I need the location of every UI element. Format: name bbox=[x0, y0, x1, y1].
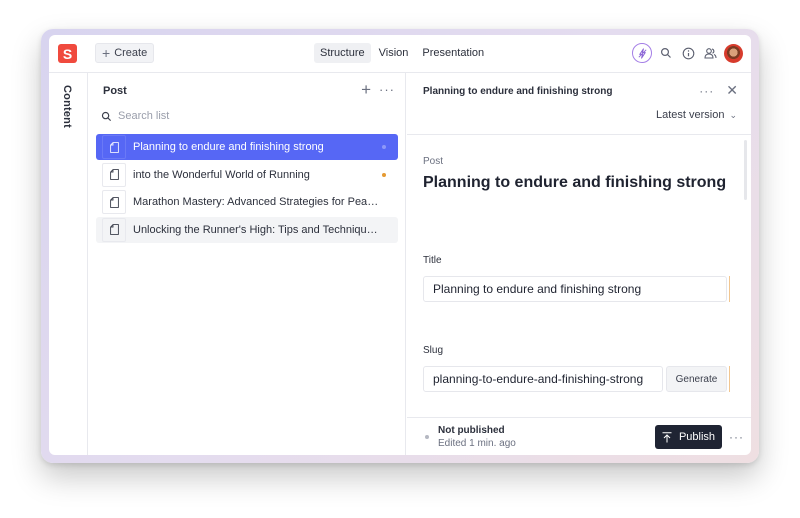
more-actions-icon[interactable]: ··· bbox=[729, 430, 744, 444]
doc-icon-box bbox=[102, 217, 126, 242]
list-search bbox=[101, 107, 391, 125]
document-header-actions: ··· ✕ bbox=[699, 82, 738, 99]
document-icon bbox=[109, 141, 119, 153]
top-bar: S + Create Structure Vision Presentation bbox=[49, 35, 751, 73]
title-field-label: Title bbox=[423, 255, 442, 266]
list-item-title: Planning to endure and finishing strong bbox=[133, 141, 324, 153]
doc-icon-box bbox=[102, 162, 126, 187]
document-form: Post Planning to endure and finishing st… bbox=[407, 135, 751, 417]
search-icon bbox=[101, 111, 112, 121]
list-item[interactable]: Marathon Mastery: Advanced Strategies fo… bbox=[96, 189, 398, 215]
document-icon bbox=[109, 169, 119, 180]
document-list-pane: Post + ··· Planning to endure and finish… bbox=[88, 73, 406, 455]
change-indicator bbox=[729, 276, 730, 302]
status-dot bbox=[382, 145, 386, 149]
list-item[interactable]: Unlocking the Runner's High: Tips and Te… bbox=[96, 216, 398, 243]
search-icon[interactable] bbox=[658, 45, 674, 61]
publish-icon bbox=[662, 431, 672, 442]
tab-presentation[interactable]: Presentation bbox=[416, 43, 490, 63]
add-document-icon[interactable]: + bbox=[361, 81, 371, 98]
more-options-icon[interactable]: ··· bbox=[699, 84, 714, 98]
title-field[interactable] bbox=[423, 276, 727, 302]
publish-label: Publish bbox=[678, 431, 716, 443]
slug-field[interactable] bbox=[423, 366, 663, 392]
info-icon[interactable] bbox=[680, 45, 696, 61]
last-edited: Edited 1 min. ago bbox=[438, 438, 516, 449]
list-item-title: Marathon Mastery: Advanced Strategies fo… bbox=[133, 196, 379, 208]
doc-icon-box bbox=[102, 190, 126, 214]
list-item[interactable]: Planning to endure and finishing strong bbox=[96, 134, 398, 160]
list-item[interactable]: into the Wonderful World of Running bbox=[96, 162, 398, 188]
document-icon bbox=[109, 196, 119, 208]
more-options-icon[interactable]: ··· bbox=[379, 82, 395, 97]
create-button[interactable]: + Create bbox=[95, 43, 155, 63]
tool-rail: Content bbox=[49, 73, 88, 455]
version-label: Latest version bbox=[655, 109, 725, 121]
document-header-title: Planning to endure and finishing strong bbox=[423, 86, 613, 97]
tab-vision[interactable]: Vision bbox=[373, 43, 415, 63]
list-pane-title: Post bbox=[103, 85, 127, 97]
generate-slug-button[interactable]: Generate bbox=[666, 366, 727, 392]
list-item-title: Unlocking the Runner's High: Tips and Te… bbox=[133, 223, 379, 236]
lightning-icon[interactable] bbox=[632, 43, 652, 63]
document-icon bbox=[109, 224, 119, 235]
toolbar-icons bbox=[632, 43, 743, 63]
users-icon[interactable] bbox=[702, 45, 718, 61]
user-avatar[interactable] bbox=[724, 43, 743, 63]
document-header: Planning to endure and finishing strong … bbox=[407, 73, 751, 135]
publish-button[interactable]: Publish bbox=[655, 425, 722, 449]
plus-icon: + bbox=[102, 45, 111, 61]
document-footer: Not published Edited 1 min. ago Publish … bbox=[407, 417, 751, 455]
list-pane-actions: + ··· bbox=[361, 81, 395, 98]
chevron-down-icon: ⌄ bbox=[729, 109, 737, 120]
publish-status-dot bbox=[425, 435, 429, 439]
version-selector[interactable]: Latest version ⌄ bbox=[656, 109, 737, 121]
studio-window: S + Create Structure Vision Presentation bbox=[49, 35, 751, 455]
document-editor-pane: Planning to endure and finishing strong … bbox=[407, 73, 751, 455]
document-title: Planning to endure and finishing strong bbox=[423, 174, 727, 191]
doc-icon-box bbox=[102, 135, 126, 159]
document-list: Planning to endure and finishing strong … bbox=[96, 134, 398, 244]
rail-tab-content[interactable]: Content bbox=[61, 85, 73, 128]
publish-status: Not published bbox=[438, 425, 505, 436]
create-label: Create bbox=[114, 47, 148, 59]
close-icon[interactable]: ✕ bbox=[726, 82, 738, 99]
tab-structure[interactable]: Structure bbox=[314, 43, 371, 63]
search-input[interactable] bbox=[118, 110, 378, 122]
scrollbar[interactable] bbox=[744, 140, 747, 200]
list-item-title: into the Wonderful World of Running bbox=[133, 168, 310, 181]
workspace-tabs: Structure Vision Presentation bbox=[314, 43, 490, 63]
app-logo[interactable]: S bbox=[58, 44, 77, 63]
document-type-label: Post bbox=[423, 156, 444, 167]
status-dot bbox=[382, 172, 386, 177]
change-indicator bbox=[729, 366, 730, 392]
slug-field-label: Slug bbox=[423, 345, 444, 356]
